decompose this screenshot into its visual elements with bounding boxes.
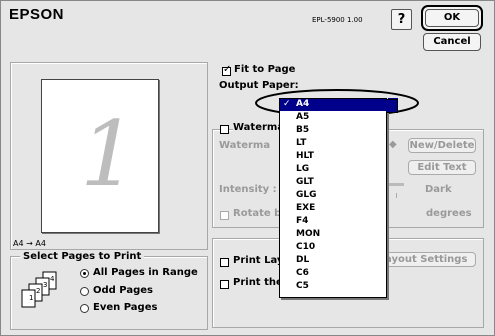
menu-item-c10[interactable]: C10: [296, 242, 315, 252]
watermark-field-label: Waterma: [219, 140, 271, 151]
svg-text:1: 1: [29, 294, 33, 302]
svg-text:3: 3: [43, 281, 47, 289]
layout-settings-button[interactable]: ayout Settings: [379, 252, 476, 267]
help-icon: ?: [397, 12, 406, 27]
paper-size-selected[interactable]: ✓ A4 ◆: [280, 98, 398, 111]
menu-item-a5[interactable]: A5: [296, 112, 309, 122]
fit-to-page-label: Fit to Page: [234, 64, 296, 75]
menu-arrow-box: [386, 99, 398, 113]
svg-text:4: 4: [50, 275, 55, 283]
paper-size-selected-label: A4: [296, 99, 310, 109]
menu-item-exe[interactable]: EXE: [296, 203, 315, 213]
edit-text-button[interactable]: Edit Text: [408, 160, 476, 175]
cancel-button[interactable]: Cancel: [423, 33, 481, 51]
watermark-stepper-icon: ◆: [389, 139, 397, 150]
ok-button[interactable]: OK: [421, 5, 483, 31]
radio-all-pages-label: All Pages in Range: [93, 267, 198, 278]
help-button[interactable]: ?: [391, 9, 412, 30]
print-the-label: Print the: [233, 277, 283, 288]
pages-stack-icon: 4 3 2 1: [21, 271, 57, 308]
select-pages-title: Select Pages to Print: [20, 251, 145, 262]
intensity-slider[interactable]: [386, 183, 404, 186]
rotate-checkbox[interactable]: [220, 211, 229, 220]
menu-item-c6[interactable]: C6: [296, 268, 309, 278]
print-layout-label: Print Lay: [233, 255, 284, 266]
degrees-label: degrees: [426, 208, 472, 219]
radio-odd-pages-label: Odd Pages: [93, 285, 153, 296]
menu-item-hlt[interactable]: HLT: [296, 151, 314, 161]
model-label: EPL-5900 1.00: [312, 16, 363, 24]
menu-item-glt[interactable]: GLT: [296, 177, 314, 187]
intensity-value: Dark: [425, 184, 452, 195]
menu-item-dl[interactable]: DL: [296, 255, 309, 265]
menu-item-mon[interactable]: MON: [296, 229, 320, 239]
radio-all-pages[interactable]: [80, 269, 89, 278]
menu-item-lt[interactable]: LT: [296, 138, 306, 148]
checkmark-icon: ✓: [283, 99, 291, 109]
print-the-checkbox[interactable]: [220, 280, 229, 289]
radio-even-pages[interactable]: [80, 304, 89, 313]
epson-logo: EPSON: [9, 6, 65, 23]
ok-label: OK: [425, 9, 479, 27]
print-layout-checkbox[interactable]: [220, 258, 229, 267]
radio-even-pages-label: Even Pages: [93, 302, 158, 313]
page-number-digit: 1: [80, 102, 138, 207]
svg-text:2: 2: [36, 287, 40, 295]
menu-item-lg[interactable]: LG: [296, 164, 309, 174]
menu-item-b5[interactable]: B5: [296, 125, 309, 135]
intensity-slider-tick: [396, 193, 397, 198]
menu-item-glg[interactable]: GLG: [296, 190, 317, 200]
radio-odd-pages[interactable]: [80, 287, 89, 296]
menu-item-c5[interactable]: C5: [296, 281, 309, 291]
fit-to-page-checkbox[interactable]: [222, 64, 231, 76]
watermark-checkbox[interactable]: [220, 125, 229, 134]
page-preview: 1: [41, 79, 159, 233]
intensity-label: Intensity :: [219, 184, 277, 195]
paper-size-menu[interactable]: ✓ A4 ◆ A5 B5 LT HLT LG GLT GLG EXE F4 MO…: [279, 98, 398, 298]
paper-mapping-caption: A4 → A4: [13, 239, 46, 248]
menu-item-f4[interactable]: F4: [296, 216, 308, 226]
new-delete-button[interactable]: New/Delete: [408, 138, 476, 153]
